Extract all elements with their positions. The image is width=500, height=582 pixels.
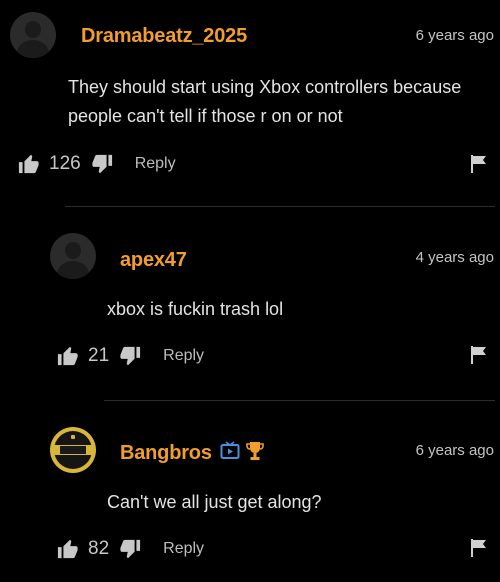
comment-actions: 21 Reply bbox=[57, 343, 204, 369]
video-channel-icon bbox=[220, 441, 240, 461]
comment-timestamp: 6 years ago bbox=[415, 27, 494, 44]
reply-button[interactable]: Reply bbox=[135, 155, 176, 173]
reply-button[interactable]: Reply bbox=[163, 347, 204, 365]
thumbs-up-icon[interactable] bbox=[57, 345, 79, 367]
comment-username[interactable]: Bangbros bbox=[120, 442, 212, 465]
comment-username[interactable]: apex47 bbox=[120, 249, 187, 272]
comment-text: Can't we all just get along? bbox=[107, 492, 322, 512]
divider bbox=[65, 206, 495, 207]
divider bbox=[104, 400, 495, 401]
comment-timestamp: 6 years ago bbox=[415, 442, 494, 459]
comment-timestamp: 4 years ago bbox=[415, 249, 494, 266]
flag-icon[interactable] bbox=[470, 155, 488, 173]
user-badges bbox=[220, 441, 264, 461]
thumbs-down-icon[interactable] bbox=[119, 538, 141, 560]
comment-text: They should start using Xbox controllers… bbox=[68, 77, 462, 126]
like-count: 82 bbox=[88, 538, 110, 559]
comment-actions: 82 Reply bbox=[57, 536, 204, 562]
like-count: 21 bbox=[88, 345, 110, 366]
comment-feed: Dramabeatz_2025 6 years ago They should … bbox=[0, 0, 500, 582]
reply-button[interactable]: Reply bbox=[163, 540, 204, 558]
comment-actions: 126 Reply bbox=[18, 151, 176, 177]
thumbs-up-icon[interactable] bbox=[18, 153, 40, 175]
thumbs-down-icon[interactable] bbox=[91, 153, 113, 175]
avatar[interactable] bbox=[10, 12, 56, 58]
channel-logo-avatar[interactable] bbox=[50, 427, 96, 473]
like-count: 126 bbox=[49, 153, 81, 174]
comment-text: xbox is fuckin trash lol bbox=[107, 299, 284, 319]
trophy-icon bbox=[246, 441, 264, 461]
comment-username[interactable]: Dramabeatz_2025 bbox=[81, 25, 247, 48]
avatar[interactable] bbox=[50, 233, 96, 279]
flag-icon[interactable] bbox=[470, 539, 488, 557]
thumbs-up-icon[interactable] bbox=[57, 538, 79, 560]
flag-icon[interactable] bbox=[470, 346, 488, 364]
thumbs-down-icon[interactable] bbox=[119, 345, 141, 367]
